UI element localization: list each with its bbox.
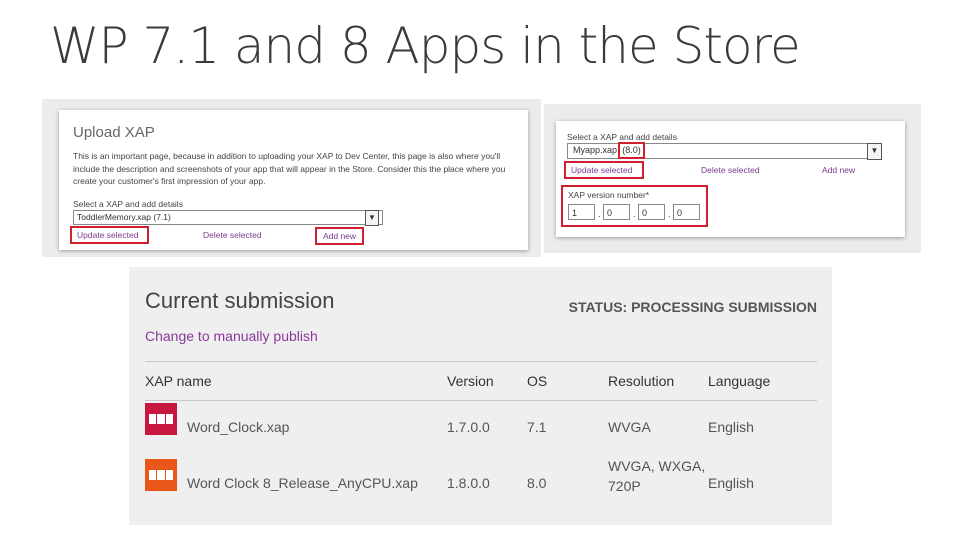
column-header-resolution: Resolution — [608, 373, 675, 389]
chevron-down-icon[interactable]: ▼ — [365, 210, 379, 226]
xap-version-label: XAP version number* — [568, 190, 650, 200]
app-tile-icon — [145, 403, 177, 435]
column-header-os: OS — [527, 373, 548, 389]
version-build-field[interactable]: 0 — [638, 204, 665, 220]
selected-xap-file: Myapp.xap — [573, 145, 618, 155]
language-cell: English — [708, 475, 754, 491]
os-cell: 7.1 — [527, 419, 547, 435]
selected-xap-version: (8.0) — [618, 142, 645, 159]
divider — [145, 400, 817, 401]
xap-version-group: XAP version number* 1 . 0 . 0 . 0 — [561, 185, 708, 227]
delete-selected-link[interactable]: Delete selected — [701, 165, 760, 175]
add-new-link[interactable]: Add new — [315, 227, 364, 245]
current-submission-panel: Current submission STATUS: PROCESSING SU… — [129, 267, 832, 525]
select-xap-label: Select a XAP and add details — [73, 199, 183, 209]
version-separator: . — [668, 209, 671, 219]
version-minor-field[interactable]: 0 — [603, 204, 630, 220]
xap-select[interactable]: Myapp.xap — [567, 143, 882, 159]
xap-select[interactable]: ToddlerMemory.xap (7.1) — [73, 210, 383, 225]
slide-title: WP 7.1 and 8 Apps in the Store — [50, 17, 801, 75]
current-submission-title: Current submission — [145, 288, 335, 313]
upload-xap-panel: Upload XAP This is an important page, be… — [59, 110, 528, 250]
upload-xap-description: This is an important page, because in ad… — [73, 151, 506, 186]
update-selected-link[interactable]: Update selected — [70, 226, 149, 244]
resolution-cell: WVGA, WXGA, 720P — [608, 458, 706, 494]
version-separator: . — [633, 209, 636, 219]
os-cell: 8.0 — [527, 475, 547, 491]
change-to-manual-publish-link[interactable]: Change to manually publish — [145, 328, 318, 344]
column-header-xap-name: XAP name — [145, 373, 212, 389]
language-cell: English — [708, 419, 754, 435]
select-xap-label: Select a XAP and add details — [567, 132, 677, 142]
column-header-language: Language — [708, 373, 771, 389]
version-revision-field[interactable]: 0 — [673, 204, 700, 220]
xap-name-cell: Word Clock 8_Release_AnyCPU.xap — [187, 475, 418, 491]
xap-name-cell: Word_Clock.xap — [187, 419, 290, 435]
resolution-cell: WVGA — [608, 419, 651, 435]
delete-selected-link[interactable]: Delete selected — [203, 230, 262, 240]
add-new-link[interactable]: Add new — [822, 165, 855, 175]
app-tile-icon — [145, 459, 177, 491]
divider — [145, 361, 817, 362]
xap-version-panel: Select a XAP and add details Myapp.xap (… — [556, 121, 905, 237]
version-major-field[interactable]: 1 — [568, 204, 595, 220]
version-cell: 1.7.0.0 — [447, 419, 490, 435]
version-separator: . — [598, 209, 601, 219]
submission-status: STATUS: PROCESSING SUBMISSION — [568, 299, 817, 315]
upload-xap-title: Upload XAP — [73, 124, 155, 141]
column-header-version: Version — [447, 373, 494, 389]
chevron-down-icon[interactable]: ▼ — [867, 143, 882, 160]
version-cell: 1.8.0.0 — [447, 475, 490, 491]
update-selected-link[interactable]: Update selected — [564, 161, 644, 179]
